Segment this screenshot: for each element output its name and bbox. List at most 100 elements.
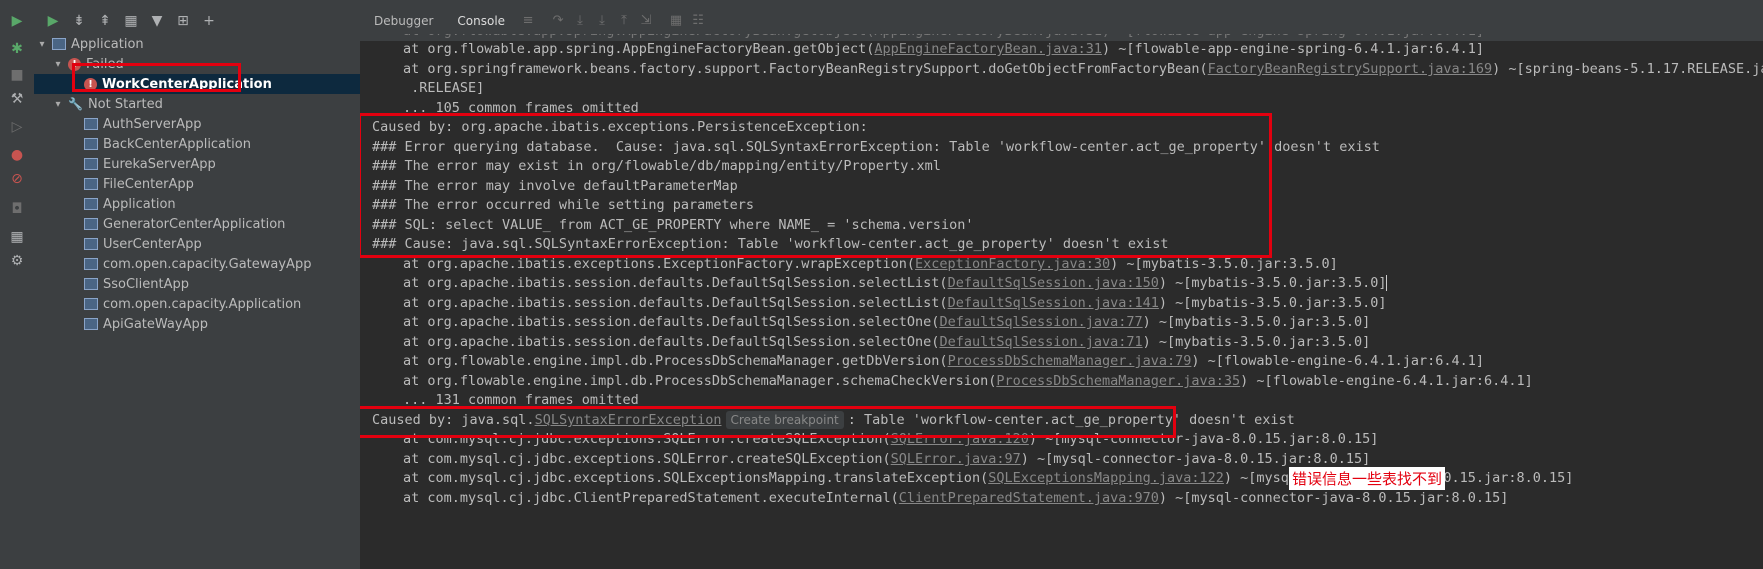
evaluate-icon[interactable]: ▦ — [665, 13, 687, 28]
step-out-icon[interactable]: ⤒ — [613, 13, 635, 28]
console-output[interactable]: at org.flowable.app.spring.AppEngineFact… — [360, 34, 1763, 569]
source-link[interactable]: ProcessDbSchemaManager.java:35 — [996, 373, 1240, 389]
collapse-all-icon[interactable]: ⇞ — [96, 12, 114, 30]
camera-icon[interactable]: ◘ — [8, 200, 26, 218]
tree-item[interactable]: AuthServerApp — [34, 114, 360, 134]
menu-icon[interactable]: ≡ — [517, 13, 539, 28]
tree-item-label: FileCenterApp — [103, 176, 194, 192]
tree-item[interactable]: FileCenterApp — [34, 174, 360, 194]
application-icon — [84, 158, 98, 170]
source-link[interactable]: DefaultSqlSession.java:141 — [948, 295, 1159, 311]
console-line: at com.mysql.cj.jdbc.exceptions.SQLError… — [403, 428, 1378, 450]
console-line: at org.flowable.app.spring.AppEngineFact… — [403, 38, 1484, 60]
stack-text: at org.flowable.engine.impl.db.ProcessDb… — [403, 373, 997, 389]
tree-item[interactable]: com.open.capacity.Application — [34, 294, 360, 314]
source-link[interactable]: SQLExceptionsMapping.java:122 — [988, 470, 1224, 486]
run-to-cursor-icon[interactable]: ⇲ — [635, 13, 657, 28]
tree-item[interactable]: UserCenterApp — [34, 234, 360, 254]
tree-group-failed[interactable]: ▾ ! Failed — [34, 54, 360, 74]
stack-text: at org.flowable.engine.impl.db.ProcessDb… — [403, 353, 948, 369]
source-link[interactable]: DefaultSqlSession.java:150 — [948, 275, 1159, 291]
gear-icon[interactable]: ⚙ — [8, 252, 26, 270]
stop-icon[interactable]: ■ — [8, 66, 26, 84]
stack-text: at org.apache.ibatis.session.defaults.De… — [403, 295, 948, 311]
debug-icon[interactable]: ✱ — [8, 40, 26, 58]
source-link[interactable]: DefaultSqlSession.java:77 — [939, 314, 1142, 330]
application-icon — [84, 278, 98, 290]
expand-all-icon[interactable]: ⇟ — [70, 12, 88, 30]
source-link[interactable]: FactoryBeanRegistrySupport.java:169 — [1208, 61, 1492, 77]
tree-item[interactable]: ApiGateWayApp — [34, 314, 360, 334]
tree-item-label: com.open.capacity.Application — [103, 296, 302, 312]
force-step-into-icon[interactable]: ⤓ — [591, 13, 613, 28]
tree-item-label: WorkCenterApplication — [102, 76, 272, 92]
chevron-down-icon[interactable]: ▾ — [36, 39, 48, 50]
tree-item[interactable]: EurekaServerApp — [34, 154, 360, 174]
application-icon — [84, 218, 98, 230]
stack-text: ) ~[flowable-app-engine-spring-6.4.1.jar… — [1101, 41, 1484, 57]
chevron-down-icon[interactable]: ▾ — [52, 99, 64, 110]
tree-item-label: GeneratorCenterApplication — [103, 216, 286, 232]
group-icon[interactable]: ▦ — [122, 12, 140, 30]
view-breakpoints-icon[interactable]: ● — [8, 146, 26, 164]
tree-item-label: com.open.capacity.GatewayApp — [103, 256, 312, 272]
add-icon[interactable]: + — [200, 12, 218, 30]
layout-icon[interactable]: ▦ — [8, 228, 26, 246]
stack-text: ) ~[mybatis-3.5.0.jar:3.5.0] — [1110, 256, 1338, 272]
source-link[interactable]: DefaultSqlSession.java:71 — [939, 334, 1142, 350]
group-label: Not Started — [87, 96, 163, 112]
console-line: ### The error may exist in org/flowable/… — [372, 158, 941, 174]
step-over-icon[interactable]: ↷ — [547, 13, 569, 28]
source-link[interactable]: ExceptionFactory.java:30 — [915, 256, 1110, 272]
stack-text: at org.apache.ibatis.exceptions.Exceptio… — [403, 256, 916, 272]
application-icon — [84, 258, 98, 270]
stack-text: at org.apache.ibatis.session.defaults.De… — [403, 275, 948, 291]
create-breakpoint-hint[interactable]: Create breakpoint — [725, 411, 844, 429]
mute-breakpoints-icon[interactable]: ⊘ — [8, 170, 26, 188]
tree-item-label: SsoClientApp — [103, 276, 190, 292]
source-link[interactable]: ProcessDbSchemaManager.java:79 — [948, 353, 1192, 369]
application-icon — [84, 178, 98, 190]
resume-icon[interactable]: ▷ — [8, 118, 26, 136]
tree-item[interactable]: BackCenterApplication — [34, 134, 360, 154]
error-icon: ! — [68, 57, 81, 71]
text-caret — [1386, 275, 1388, 291]
wrench-icon: 🔧 — [68, 97, 83, 111]
debug-side-rail: ▶ ✱ ■ ⚒ ▷ ● ⊘ ◘ ▦ ⚙ — [0, 0, 35, 569]
stack-text: at org.flowable.app.spring.AppEngineFact… — [403, 41, 875, 57]
stack-text: ) ~[mybatis-3.5.0.jar:3.5.0] — [1158, 275, 1387, 291]
tree-root-label: Application — [71, 36, 144, 52]
stack-text: : Table 'workflow-center.act_ge_property… — [847, 412, 1295, 428]
tree-item-workcenterapplication[interactable]: ! WorkCenterApplication — [34, 74, 360, 94]
add-config-icon[interactable]: ⊞ — [174, 12, 192, 30]
tree-item-label: Application — [103, 196, 176, 212]
trace-icon[interactable]: ☷ — [687, 13, 709, 28]
tree-root-application[interactable]: ▾ Application — [34, 34, 360, 54]
tree-item-label: EurekaServerApp — [103, 156, 216, 172]
step-into-icon[interactable]: ⤓ — [569, 13, 591, 28]
source-link[interactable]: SQLError.java:97 — [891, 451, 1021, 467]
source-link[interactable]: SQLError.java:120 — [891, 431, 1029, 447]
console-line: ... 131 common frames omitted — [403, 392, 639, 408]
tree-group-not-started[interactable]: ▾ 🔧 Not Started — [34, 94, 360, 114]
stack-text: ) ~[mysql-connector-java-8.0.15.jar:8.0.… — [1020, 451, 1371, 467]
services-tree-pane: ▶ ⇟ ⇞ ▦ ▼ ⊞ + ▾ Application ▾ ! Failed !… — [34, 0, 361, 569]
chevron-down-icon[interactable]: ▾ — [52, 59, 64, 70]
tree-item[interactable]: Application — [34, 194, 360, 214]
source-link[interactable]: SQLSyntaxErrorException — [535, 412, 722, 428]
stack-text: at com.mysql.cj.jdbc.exceptions.SQLError… — [403, 451, 891, 467]
source-link[interactable]: AppEngineFactoryBean.java:31 — [874, 41, 1102, 57]
tree-item[interactable]: com.open.capacity.GatewayApp — [34, 254, 360, 274]
settings-icon[interactable]: ⚒ — [8, 90, 26, 108]
tree-item[interactable]: SsoClientApp — [34, 274, 360, 294]
services-tree: ▾ Application ▾ ! Failed ! WorkCenterApp… — [34, 34, 360, 334]
run-icon[interactable]: ▶ — [44, 12, 62, 30]
stack-text: ) ~[spring-beans-5.1.17.RELEASE.jar: — [1492, 61, 1763, 77]
tree-item[interactable]: GeneratorCenterApplication — [34, 214, 360, 234]
tree-item-label: BackCenterApplication — [103, 136, 251, 152]
filter-icon[interactable]: ▼ — [148, 12, 166, 30]
stack-text: ) ~[flowable-engine-6.4.1.jar:6.4.1] — [1240, 373, 1533, 389]
source-link[interactable]: ClientPreparedStatement.java:970 — [899, 490, 1159, 506]
run-icon[interactable]: ▶ — [8, 12, 26, 30]
application-icon — [52, 38, 66, 50]
